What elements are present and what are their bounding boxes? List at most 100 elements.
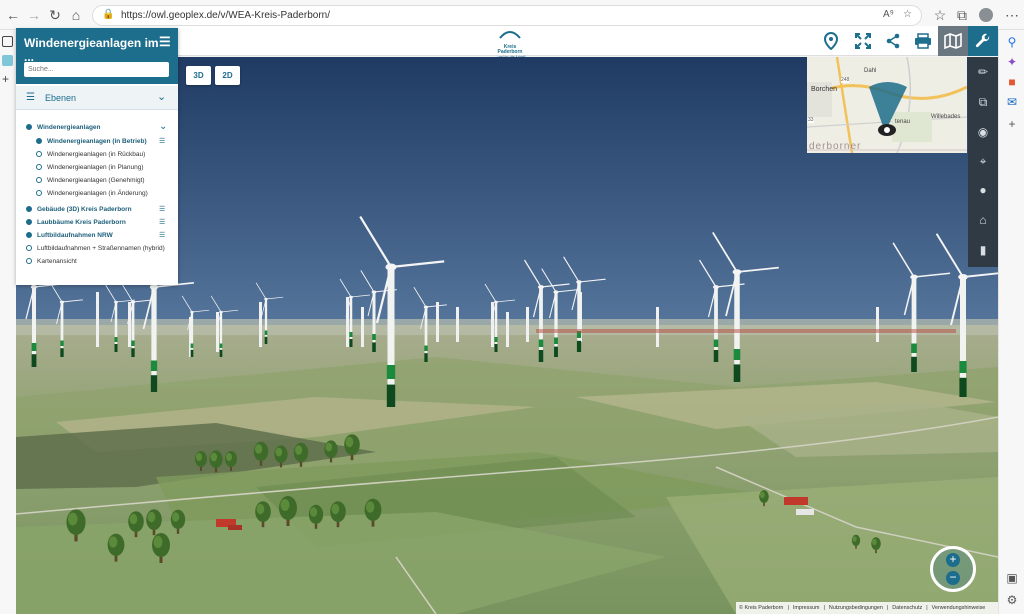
globe-icon[interactable]: ● bbox=[974, 181, 992, 199]
minimap-label-dahl: Dahl bbox=[864, 68, 877, 74]
radio-empty-icon[interactable] bbox=[36, 177, 42, 183]
browser-tab-strip: + bbox=[0, 30, 16, 614]
layer-options-icon[interactable]: ☰ bbox=[159, 231, 165, 239]
settings-icon[interactable]: ⚙ bbox=[1004, 592, 1020, 608]
radio-empty-icon[interactable] bbox=[36, 151, 42, 157]
layer-options-icon[interactable]: ☰ bbox=[159, 205, 165, 213]
clapper-icon[interactable]: ▮ bbox=[974, 241, 992, 259]
forward-icon[interactable]: → bbox=[24, 5, 44, 25]
layer-label: Kartenansicht bbox=[37, 258, 77, 265]
lock-icon: 🔒 bbox=[102, 9, 115, 20]
radio-filled-icon[interactable] bbox=[36, 138, 42, 144]
share-icon[interactable] bbox=[880, 28, 906, 54]
layer-label: Luftbildaufnahmen NRW bbox=[37, 232, 113, 239]
url-text: https://owl.geoplex.de/v/WEA-Kreis-Pader… bbox=[121, 10, 330, 21]
minimap-label-willebades: Willebades bbox=[931, 114, 961, 120]
home-icon[interactable]: ⌂ bbox=[66, 5, 86, 25]
zoom-in-button[interactable]: + bbox=[946, 553, 960, 567]
radio-empty-icon[interactable] bbox=[26, 258, 32, 264]
layer-item[interactable]: Windenergieanlagen (Genehmigt) bbox=[36, 177, 145, 184]
radio-filled-icon[interactable] bbox=[26, 206, 32, 212]
ebenen-section-header[interactable]: ☰ Ebenen ⌄ bbox=[16, 86, 178, 110]
chevron-down-icon[interactable]: ⌄ bbox=[159, 121, 167, 132]
nutzungsbedingungen-link[interactable]: Nutzungsbedingungen bbox=[829, 605, 883, 611]
zoom-out-button[interactable]: − bbox=[946, 571, 960, 585]
home-icon[interactable]: ⌂ bbox=[974, 211, 992, 229]
panel-header: Windenergieanlagen im ... ☰ bbox=[16, 28, 178, 64]
search-area bbox=[16, 58, 178, 84]
add-icon[interactable]: + bbox=[1004, 116, 1020, 132]
navigation-compass[interactable]: + − bbox=[930, 546, 976, 592]
layer-item[interactable]: Luftbildaufnahmen NRW bbox=[26, 232, 113, 239]
ruler-icon[interactable]: ✏ bbox=[974, 63, 992, 81]
view-2d-button[interactable]: 2D bbox=[215, 66, 240, 85]
fullscreen-icon[interactable] bbox=[850, 28, 876, 54]
layer-label: Luftbildaufnahmen + Straßennamen (hybrid… bbox=[37, 245, 165, 252]
layer-item[interactable]: Windenergieanlagen (in Betrieb) bbox=[36, 138, 147, 145]
layer-options-icon[interactable]: ☰ bbox=[159, 218, 165, 226]
tab-actions-icon[interactable] bbox=[2, 36, 13, 47]
layer-item[interactable]: Windenergieanlagen (in Rückbau) bbox=[36, 151, 145, 158]
radio-empty-icon[interactable] bbox=[26, 245, 32, 251]
layer-item[interactable]: Luftbildaufnahmen + Straßennamen (hybrid… bbox=[26, 245, 165, 252]
more-icon[interactable]: ⋯ bbox=[1002, 5, 1022, 25]
overview-map[interactable]: Borchen Dahl Willebades tenau derborner … bbox=[807, 57, 967, 153]
favorites-icon[interactable]: ☆ bbox=[930, 5, 950, 25]
view-3d-button[interactable]: 3D bbox=[186, 66, 211, 85]
impressum-link[interactable]: Impressum bbox=[793, 605, 820, 611]
minimap-label-paderborner: derborner bbox=[809, 141, 862, 152]
collections-icon[interactable]: ⧉ bbox=[952, 5, 972, 25]
browser-sidebar: ⚲ ✦ ■ ✉ + ▣ ⚙ bbox=[998, 30, 1024, 614]
overview-map-graphic bbox=[807, 57, 967, 153]
hamburger-menu-icon[interactable]: ☰ bbox=[159, 35, 171, 48]
reload-icon[interactable]: ↻ bbox=[45, 5, 65, 25]
layer-label: Windenergieanlagen (in Planung) bbox=[47, 164, 144, 171]
layer-item[interactable]: Laubbäume Kreis Paderborn bbox=[26, 219, 126, 226]
profile-icon[interactable] bbox=[976, 5, 996, 25]
new-tab-icon[interactable]: + bbox=[2, 72, 9, 86]
search-icon[interactable]: ⚲ bbox=[1004, 34, 1020, 50]
radio-empty-icon[interactable] bbox=[36, 190, 42, 196]
site-tab-icon[interactable] bbox=[2, 55, 13, 66]
eye-icon[interactable]: ◉ bbox=[974, 123, 992, 141]
read-aloud-icon[interactable]: A⁹ bbox=[883, 9, 894, 20]
layer-item[interactable]: Gebäude (3D) Kreis Paderborn bbox=[26, 206, 132, 213]
minimap-road-33: 33 bbox=[808, 117, 814, 123]
layer-item[interactable]: Windenergieanlagen bbox=[26, 124, 101, 131]
address-bar[interactable]: 🔒 https://owl.geoplex.de/v/WEA-Kreis-Pad… bbox=[92, 5, 922, 26]
chevron-down-icon[interactable]: ⌄ bbox=[157, 90, 166, 103]
favorite-icon[interactable]: ☆ bbox=[903, 9, 912, 20]
datenschutz-link[interactable]: Datenschutz bbox=[892, 605, 922, 611]
outlook-icon[interactable]: ✉ bbox=[1004, 94, 1020, 110]
print-icon[interactable] bbox=[910, 28, 936, 54]
layer-item[interactable]: Windenergieanlagen (in Änderung) bbox=[36, 190, 148, 197]
search-input[interactable] bbox=[24, 62, 169, 77]
radio-empty-icon[interactable] bbox=[36, 164, 42, 170]
radio-filled-icon[interactable] bbox=[26, 124, 32, 130]
layer-label: Windenergieanlagen (Genehmigt) bbox=[47, 177, 145, 184]
verwendungshinweise-link[interactable]: Verwendungshinweise bbox=[932, 605, 986, 611]
layer-options-icon[interactable]: ☰ bbox=[159, 137, 165, 145]
layer-label: Windenergieanlagen (in Änderung) bbox=[47, 190, 148, 197]
minimap-label-borchen: Borchen bbox=[811, 86, 838, 93]
layers-icon: ☰ bbox=[26, 92, 35, 103]
layer-label: Windenergieanlagen (in Rückbau) bbox=[47, 151, 146, 158]
layer-label: Laubbäume Kreis Paderborn bbox=[37, 219, 126, 226]
layer-item[interactable]: Windenergieanlagen (in Planung) bbox=[36, 164, 143, 171]
radio-filled-icon[interactable] bbox=[26, 232, 32, 238]
layer-item[interactable]: Kartenansicht bbox=[26, 258, 77, 265]
wrench-icon[interactable] bbox=[968, 26, 998, 56]
layer-label: Gebäude (3D) Kreis Paderborn bbox=[37, 206, 132, 213]
copilot-icon[interactable]: ✦ bbox=[1004, 54, 1020, 70]
back-icon[interactable]: ← bbox=[3, 5, 23, 25]
split-screen-icon[interactable]: ▣ bbox=[1004, 570, 1020, 586]
office-icon[interactable]: ■ bbox=[1004, 74, 1020, 90]
radio-filled-icon[interactable] bbox=[26, 219, 32, 225]
target-icon[interactable]: ⌖ bbox=[974, 152, 992, 170]
location-pin-icon[interactable] bbox=[818, 28, 844, 54]
layer-label: Windenergieanlagen (in Betrieb) bbox=[47, 138, 147, 145]
ebenen-label: Ebenen bbox=[45, 93, 77, 103]
kreis-paderborn-logo: Kreis Paderborn ...und los die Arbeit! bbox=[486, 27, 534, 59]
layers-3d-icon[interactable]: ⧉ bbox=[974, 93, 992, 111]
map-icon[interactable] bbox=[938, 26, 968, 56]
